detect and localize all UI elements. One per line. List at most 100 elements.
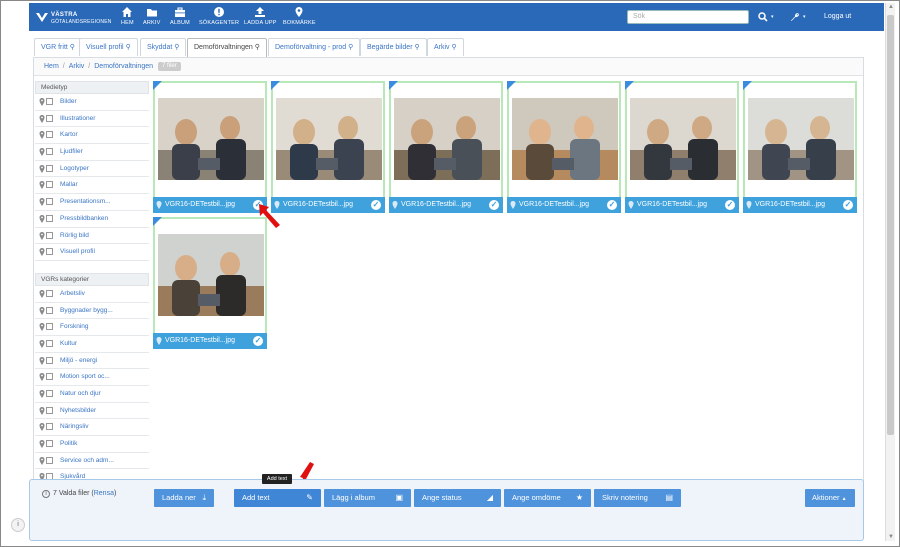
filter-checkbox[interactable]: [46, 423, 53, 431]
filter-item[interactable]: Motion sport oc...: [35, 369, 149, 386]
filter-checkbox[interactable]: [46, 406, 53, 414]
selected-check-icon[interactable]: ✓: [607, 200, 617, 210]
image-thumbnail[interactable]: [276, 98, 382, 180]
filter-item[interactable]: Ljudfiler: [35, 144, 149, 161]
image-thumbnail[interactable]: [394, 98, 500, 180]
image-caption-bar[interactable]: VGR16-DETestbil...jpg ✓: [743, 197, 857, 213]
pin-icon[interactable]: [39, 181, 45, 190]
image-thumbnail[interactable]: [512, 98, 618, 180]
tab-vgr-fritt[interactable]: VGR fritt ⚲: [34, 38, 82, 56]
help-info-icon[interactable]: i: [11, 518, 25, 532]
pin-icon[interactable]: [39, 289, 45, 298]
add-text-button[interactable]: Add text ✎: [234, 489, 321, 507]
filter-item[interactable]: Pressbildbanken: [35, 211, 149, 228]
filter-checkbox[interactable]: [46, 323, 53, 331]
pin-icon[interactable]: [39, 323, 45, 332]
selected-check-icon[interactable]: ✓: [253, 336, 263, 346]
image-caption-bar[interactable]: VGR16-DETestbil...jpg ✓: [389, 197, 503, 213]
filter-checkbox[interactable]: [46, 148, 53, 156]
filter-checkbox[interactable]: [46, 339, 53, 347]
image-caption-bar[interactable]: VGR16-DETestbil...jpg ✓: [271, 197, 385, 213]
nav-home[interactable]: HEM: [121, 6, 134, 26]
filter-checkbox[interactable]: [46, 373, 53, 381]
pin-icon[interactable]: [39, 231, 45, 240]
reset-selection-link[interactable]: Rensa: [94, 490, 114, 497]
filter-item[interactable]: Logotyper: [35, 161, 149, 178]
image-card[interactable]: VGR16-DETestbil...jpg ✓: [153, 81, 267, 213]
filter-item[interactable]: Arbetsliv: [35, 286, 149, 303]
pin-icon[interactable]: [39, 456, 45, 465]
filter-item[interactable]: Kartor: [35, 127, 149, 145]
filter-checkbox[interactable]: [46, 98, 53, 105]
pin-icon[interactable]: [39, 198, 45, 207]
filter-item[interactable]: Illustrationer: [35, 111, 149, 128]
image-card[interactable]: VGR16-DETestbil...jpg ✓: [743, 81, 857, 213]
filter-item[interactable]: Presentationsm...: [35, 194, 149, 211]
pin-icon[interactable]: [39, 114, 45, 123]
add-to-album-button[interactable]: Lägg i album ▣: [324, 489, 411, 507]
search-icon[interactable]: [758, 12, 768, 22]
image-card[interactable]: VGR16-DETestbil...jpg ✓: [625, 81, 739, 213]
filter-item[interactable]: Politik: [35, 436, 149, 453]
pin-icon[interactable]: [39, 423, 45, 432]
tab-arkiv[interactable]: Arkiv ⚲: [427, 38, 464, 56]
image-thumbnail[interactable]: [748, 98, 854, 180]
set-status-button[interactable]: Ange status ◢: [414, 489, 501, 507]
filter-checkbox[interactable]: [46, 198, 53, 206]
pin-icon[interactable]: [39, 356, 45, 365]
scroll-down-arrow-icon[interactable]: ▼: [887, 533, 895, 541]
filter-item[interactable]: Visuell profil: [35, 244, 149, 261]
pin-icon[interactable]: [39, 148, 45, 157]
pin-icon[interactable]: [510, 201, 516, 209]
image-caption-bar[interactable]: VGR16-DETestbil...jpg ✓: [153, 333, 267, 349]
search-dropdown-chevron-icon[interactable]: ▾: [771, 14, 774, 20]
tab-demoforvaltningen[interactable]: Demoförvaltningen ⚲: [187, 38, 267, 58]
pin-icon[interactable]: [39, 214, 45, 223]
filter-checkbox[interactable]: [46, 456, 53, 464]
breadcrumb-home[interactable]: Hem: [44, 63, 59, 70]
selected-check-icon[interactable]: ✓: [489, 200, 499, 210]
page-scrollbar[interactable]: ▲ ▼: [885, 3, 895, 541]
wrench-icon[interactable]: [790, 12, 800, 22]
image-thumbnail[interactable]: [630, 98, 736, 180]
pin-icon[interactable]: [156, 337, 162, 345]
pin-icon[interactable]: [39, 248, 45, 257]
set-rating-button[interactable]: Ange omdöme ★: [504, 489, 591, 507]
search-input[interactable]: Sök: [627, 10, 749, 24]
pin-icon[interactable]: [39, 306, 45, 315]
pin-icon[interactable]: [628, 201, 634, 209]
nav-upload[interactable]: LADDA UPP: [244, 6, 277, 26]
tab-skyddat[interactable]: Skyddat ⚲: [140, 38, 187, 56]
filter-item[interactable]: Natur och djur: [35, 386, 149, 403]
filter-item[interactable]: Mallar: [35, 177, 149, 195]
image-thumbnail[interactable]: [158, 98, 264, 180]
filter-checkbox[interactable]: [46, 131, 53, 139]
pin-icon[interactable]: [746, 201, 752, 209]
pin-icon[interactable]: [39, 390, 45, 398]
scrollbar-thumb[interactable]: [887, 15, 894, 435]
vgr-logo[interactable]: VÄSTRA GÖTALANDSREGIONEN: [35, 9, 115, 27]
pin-icon[interactable]: [39, 440, 45, 449]
nav-bookmark[interactable]: BOKMÄRKE: [283, 6, 316, 26]
filter-item[interactable]: Byggnader bygg...: [35, 303, 149, 320]
selected-check-icon[interactable]: ✓: [725, 200, 735, 210]
filter-checkbox[interactable]: [46, 440, 53, 448]
nav-archive[interactable]: ARKIV: [143, 6, 161, 26]
pin-icon[interactable]: [156, 201, 162, 209]
filter-checkbox[interactable]: [46, 390, 53, 397]
filter-checkbox[interactable]: [46, 164, 53, 172]
scroll-up-arrow-icon[interactable]: ▲: [887, 3, 895, 11]
filter-checkbox[interactable]: [46, 181, 53, 189]
nav-search-agents[interactable]: SÖKAGENTER: [199, 6, 239, 26]
download-button[interactable]: Ladda ner ⤓: [154, 489, 214, 507]
pin-icon[interactable]: [39, 131, 45, 140]
filter-item[interactable]: Rörlig bild: [35, 228, 149, 245]
write-note-button[interactable]: Skriv notering ▤: [594, 489, 681, 507]
filter-checkbox[interactable]: [46, 231, 53, 239]
breadcrumb-current[interactable]: Demoförvaltningen: [94, 63, 153, 70]
tab-demoforvaltning-prod[interactable]: Demoförvaltning - prod ⚲: [268, 38, 361, 56]
tab-visuell-profil[interactable]: Visuell profil ⚲: [79, 38, 138, 56]
filter-checkbox[interactable]: [46, 356, 53, 364]
image-thumbnail[interactable]: [158, 234, 264, 316]
pin-icon[interactable]: [39, 406, 45, 415]
